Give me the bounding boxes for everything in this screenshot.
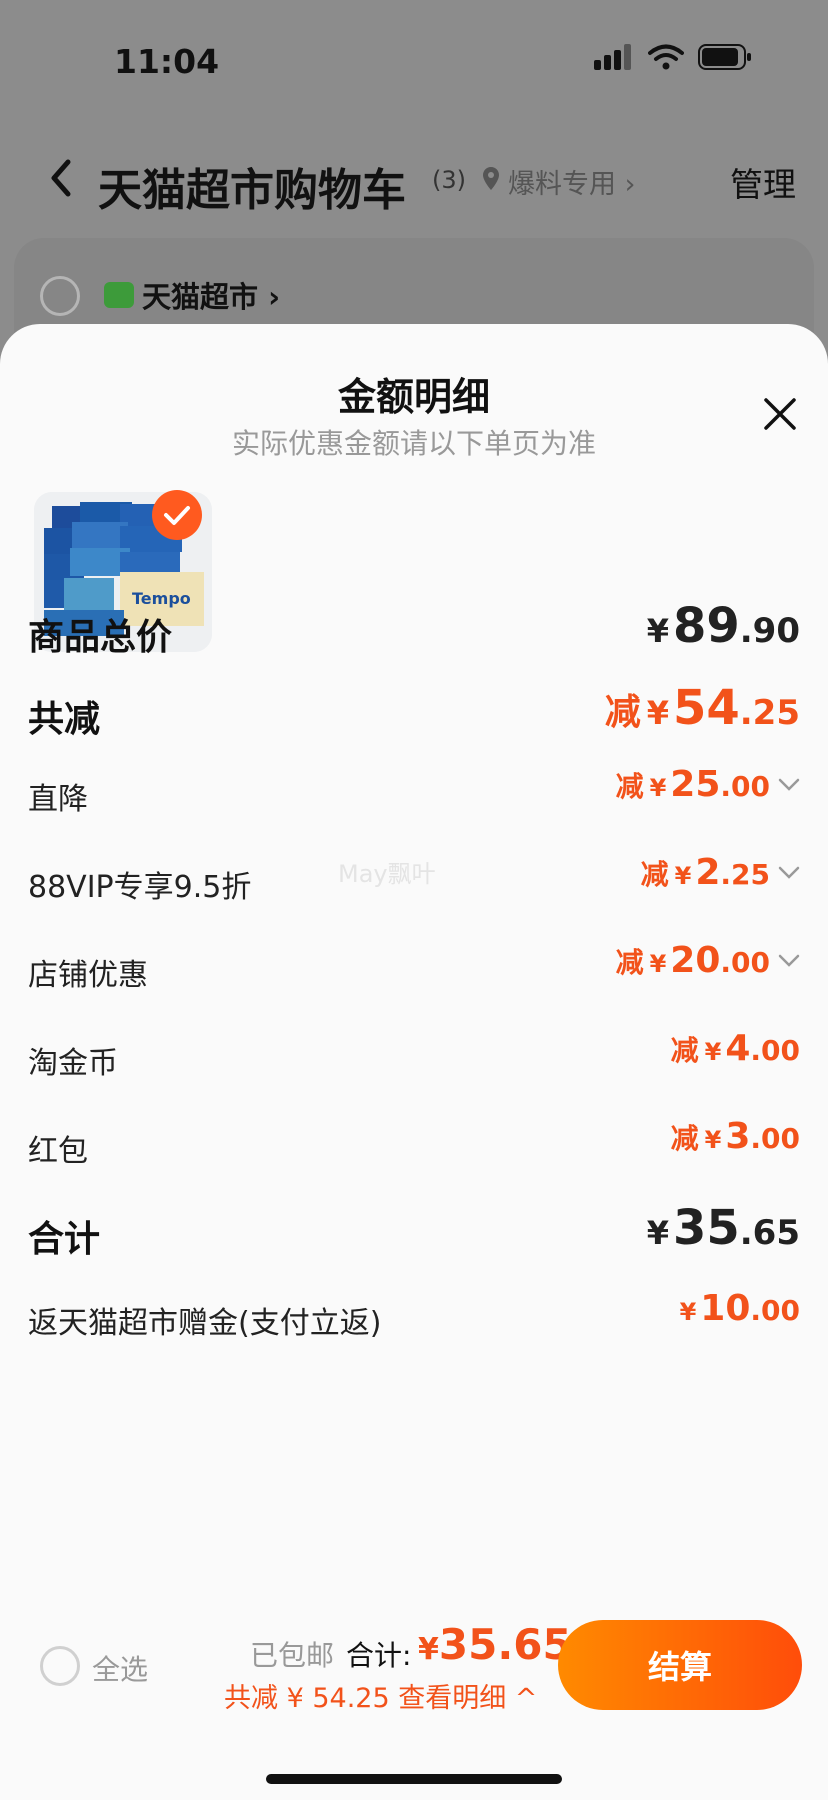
chevron-down-icon[interactable] bbox=[778, 866, 800, 880]
discount-prefix: 减 bbox=[640, 858, 669, 891]
row-value: ¥ 10 .00 bbox=[680, 1288, 800, 1329]
location-label: 爆料专用 bbox=[508, 169, 616, 200]
row-value: 减 ¥ 3 .00 bbox=[671, 1116, 800, 1157]
tmall-supermarket-logo-icon bbox=[104, 282, 134, 308]
row-value: 减 ¥ 25 .00 bbox=[616, 764, 800, 805]
discount-prefix: 减 bbox=[604, 692, 641, 733]
view-details-link[interactable]: 共减 ¥ 54.25 查看明细 ^ bbox=[224, 1676, 537, 1715]
home-indicator bbox=[266, 1774, 562, 1784]
row-goods-total: 商品总价 ¥ 89 .90 bbox=[28, 598, 800, 658]
status-icons bbox=[594, 44, 752, 70]
row-label: 直降 bbox=[28, 782, 88, 817]
value-decimal: .25 bbox=[739, 693, 800, 733]
row-store-discount[interactable]: 店铺优惠 减 ¥ 20 .00 bbox=[28, 940, 800, 1000]
value-decimal: .00 bbox=[720, 770, 770, 803]
row-total-discount: 共减 减 ¥ 54 .25 bbox=[28, 680, 800, 740]
row-88vip-discount[interactable]: 88VIP专享9.5折 减 ¥ 2 .25 bbox=[28, 852, 800, 912]
value-decimal: .25 bbox=[720, 858, 770, 891]
discount-prefix: 减 bbox=[670, 1034, 699, 1067]
row-label: 商品总价 bbox=[28, 617, 173, 658]
value-integer: 89 bbox=[672, 598, 740, 654]
value-integer: 25 bbox=[670, 764, 721, 805]
back-icon[interactable] bbox=[46, 158, 76, 198]
discount-prefix: 减 bbox=[615, 946, 644, 979]
row-label: 返天猫超市赠金(支付立返) bbox=[28, 1306, 382, 1341]
checkout-bar: 全选 已包邮 合计: ¥35.65 共减 ¥ 54.25 查看明细 ^ 结算 bbox=[0, 1600, 828, 1720]
store-select-radio[interactable] bbox=[40, 276, 80, 316]
value-integer: 20 bbox=[670, 940, 721, 981]
amount-detail-sheet: 金额明细 实际优惠金额请以下单页为准 Tempo May飘叶 商品总价 ¥ 89… bbox=[0, 324, 828, 1800]
chevron-down-icon[interactable] bbox=[778, 954, 800, 968]
discount-prefix: 减 bbox=[615, 770, 644, 803]
chevron-right-icon: › bbox=[268, 280, 281, 314]
row-value: 减 ¥ 2 .25 bbox=[641, 852, 800, 893]
value-decimal: .00 bbox=[750, 1122, 800, 1155]
signal-icon bbox=[594, 44, 631, 70]
location-pin-icon bbox=[483, 167, 499, 190]
sheet-title: 金额明细 bbox=[337, 375, 490, 419]
row-subtotal: 合计 ¥ 35 .65 bbox=[28, 1200, 800, 1260]
value-integer: 54 bbox=[672, 680, 740, 736]
selected-check-icon[interactable] bbox=[152, 490, 202, 540]
value-integer: 4 bbox=[725, 1028, 751, 1069]
row-value: 减 ¥ 4 .00 bbox=[671, 1028, 800, 1069]
total-value: 35.65 bbox=[438, 1620, 572, 1669]
yen-symbol: ¥ bbox=[418, 1632, 439, 1667]
status-bar: 11:04 bbox=[0, 0, 828, 120]
select-all-label[interactable]: 全选 bbox=[92, 1648, 148, 1688]
free-shipping-text: 已包邮 bbox=[250, 1639, 335, 1672]
value-decimal: .90 bbox=[739, 611, 800, 651]
value-decimal: .00 bbox=[750, 1034, 800, 1067]
value-integer: 10 bbox=[700, 1288, 751, 1329]
yen-symbol: ¥ bbox=[704, 1126, 722, 1154]
wifi-icon bbox=[648, 44, 684, 70]
value-decimal: .00 bbox=[750, 1294, 800, 1327]
value-integer: 35 bbox=[672, 1200, 740, 1256]
store-name: 天猫超市 bbox=[142, 280, 259, 314]
yen-symbol: ¥ bbox=[646, 1214, 669, 1252]
yen-symbol: ¥ bbox=[646, 612, 669, 650]
select-all-radio[interactable] bbox=[40, 1646, 80, 1686]
row-label: 店铺优惠 bbox=[28, 958, 148, 993]
row-red-packet: 红包 减 ¥ 3 .00 bbox=[28, 1116, 800, 1176]
value-integer: 3 bbox=[725, 1116, 751, 1157]
page-title: 天猫超市购物车 bbox=[98, 165, 406, 216]
status-time: 11:04 bbox=[114, 42, 220, 81]
manage-button[interactable]: 管理 bbox=[730, 158, 796, 206]
row-label: 共减 bbox=[28, 699, 101, 740]
row-value: ¥ 89 .90 bbox=[647, 598, 800, 654]
yen-symbol: ¥ bbox=[649, 950, 667, 978]
close-icon[interactable] bbox=[762, 396, 798, 432]
nav-bar: 天猫超市购物车 (3) 爆料专用 › 管理 bbox=[0, 140, 828, 220]
store-link[interactable]: 天猫超市 › bbox=[142, 274, 280, 316]
battery-icon bbox=[698, 44, 751, 70]
yen-symbol: ¥ bbox=[649, 774, 667, 802]
total-label: 合计: bbox=[346, 1639, 412, 1672]
checkout-button[interactable]: 结算 bbox=[558, 1620, 802, 1710]
row-cashback: 返天猫超市赠金(支付立返) ¥ 10 .00 bbox=[28, 1288, 800, 1348]
value-decimal: .00 bbox=[720, 946, 770, 979]
sheet-subtitle: 实际优惠金额请以下单页为准 bbox=[231, 427, 596, 460]
value-decimal: .65 bbox=[739, 1213, 800, 1253]
row-taojinbi: 淘金币 减 ¥ 4 .00 bbox=[28, 1028, 800, 1088]
location-selector[interactable]: 爆料专用 › bbox=[508, 162, 635, 201]
chevron-right-icon: › bbox=[624, 169, 636, 200]
discount-prefix: 减 bbox=[670, 1122, 699, 1155]
row-value: ¥ 35 .65 bbox=[647, 1200, 800, 1256]
yen-symbol: ¥ bbox=[679, 1298, 697, 1326]
yen-symbol: ¥ bbox=[646, 694, 669, 732]
row-label: 88VIP专享9.5折 bbox=[28, 870, 252, 905]
yen-symbol: ¥ bbox=[704, 1038, 722, 1066]
total-amount: ¥35.65 bbox=[418, 1620, 572, 1669]
row-direct-discount[interactable]: 直降 减 ¥ 25 .00 bbox=[28, 764, 800, 824]
yen-symbol: ¥ bbox=[674, 862, 692, 890]
row-value: 减 ¥ 20 .00 bbox=[616, 940, 800, 981]
row-value: 减 ¥ 54 .25 bbox=[605, 680, 800, 736]
cart-count: (3) bbox=[432, 166, 466, 194]
row-label: 淘金币 bbox=[28, 1046, 118, 1081]
row-label: 红包 bbox=[28, 1134, 88, 1169]
chevron-down-icon[interactable] bbox=[778, 778, 800, 792]
row-label: 合计 bbox=[28, 1219, 101, 1260]
value-integer: 2 bbox=[695, 852, 721, 893]
